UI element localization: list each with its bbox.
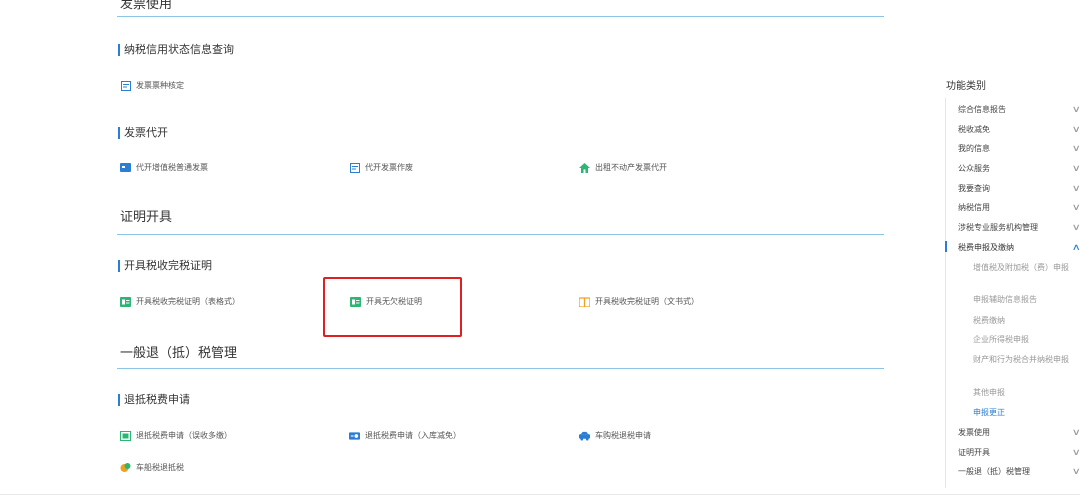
sidebar-item-label: 我要查询: [958, 184, 990, 193]
link-label: 开具税收完税证明（文书式）: [595, 297, 699, 306]
certificate-icon: [120, 296, 131, 307]
link-agency-vat-invoice[interactable]: 代开增值税普通发票: [120, 162, 208, 173]
sidebar-subitem-auxiliary-report[interactable]: 申报辅助信息报告: [973, 294, 1073, 306]
link-label: 退抵税费申请（误收多缴）: [136, 431, 232, 440]
sidebar-rail: [945, 98, 946, 488]
sidebar-item-agency-management[interactable]: 涉税专业服务机构管理 ∨: [958, 222, 1080, 233]
sidebar-subitem-property-behavior-tax[interactable]: 财产和行为税合并纳税申报: [973, 354, 1073, 366]
sidebar-item-invoice-use[interactable]: 发票使用 ∨: [958, 427, 1080, 438]
refund-icon: [349, 430, 360, 441]
link-label: 出租不动产发票代开: [595, 163, 667, 172]
chevron-up-icon: ∧: [1072, 243, 1080, 253]
subheading-credit-status: 纳税信用状态信息查询: [118, 44, 234, 56]
refund-icon: [120, 430, 131, 441]
sidebar-subitem-vat-declaration[interactable]: 增值税及附加税（费）申报: [973, 262, 1073, 274]
sidebar-item-label: 我的信息: [958, 144, 990, 153]
form-icon: [120, 80, 131, 91]
section-title-invoice-use: 发票使用: [120, 0, 173, 12]
link-refund-overpayment[interactable]: 退抵税费申请（误收多缴）: [120, 430, 232, 441]
link-label: 开具税收完税证明（表格式）: [136, 297, 240, 306]
link-label: 代开增值税普通发票: [136, 163, 208, 172]
subheading-tax-certificate: 开具税收完税证明: [118, 260, 212, 272]
chevron-down-icon: ∨: [1072, 448, 1080, 458]
sidebar-item-label: 纳税信用: [958, 203, 990, 212]
document-icon: [579, 296, 590, 307]
chevron-down-icon: ∨: [1072, 125, 1080, 135]
sidebar-item-label: 涉税专业服务机构管理: [958, 223, 1038, 232]
link-agency-invoice-void[interactable]: 代开发票作废: [349, 162, 413, 173]
subheading-invoice-agency: 发票代开: [118, 127, 168, 139]
link-no-tax-arrears-certificate[interactable]: 开具无欠税证明: [350, 296, 422, 307]
section-title-certificate: 证明开具: [120, 210, 173, 225]
car-icon: [579, 430, 590, 441]
sidebar-item-refund-management[interactable]: 一般退（抵）税管理 ∨: [958, 466, 1080, 477]
house-icon: [579, 162, 590, 173]
sidebar-item-label: 税费申报及缴纳: [958, 243, 1014, 252]
sidebar-item-label: 公众服务: [958, 164, 990, 173]
chevron-down-icon: ∨: [1072, 223, 1080, 233]
chevron-down-icon: ∨: [1072, 184, 1080, 194]
chevron-down-icon: ∨: [1072, 164, 1080, 174]
link-label: 退抵税费申请（入库减免）: [365, 431, 461, 440]
coin-icon: [120, 462, 131, 473]
active-indicator: [945, 241, 947, 252]
sidebar-subitem-corporate-income-tax[interactable]: 企业所得税申报: [973, 334, 1073, 346]
subheading-refund-application: 退抵税费申请: [118, 394, 190, 406]
sidebar-item-query[interactable]: 我要查询 ∨: [958, 183, 1080, 194]
link-label: 发票票种核定: [136, 81, 184, 90]
divider: [117, 234, 884, 235]
link-label: 开具无欠税证明: [366, 297, 422, 306]
sidebar-item-declaration-payment[interactable]: 税费申报及缴纳 ∧: [958, 242, 1080, 253]
sidebar-subitem-tax-payment[interactable]: 税费缴纳: [973, 315, 1073, 327]
sidebar-item-tax-credit[interactable]: 纳税信用 ∨: [958, 202, 1080, 213]
sidebar-title: 功能类别: [946, 81, 986, 92]
certificate-icon: [350, 296, 361, 307]
link-label: 车购税退税申请: [595, 431, 651, 440]
chevron-down-icon: ∨: [1072, 467, 1080, 477]
form-icon: [349, 162, 360, 173]
sidebar-item-tax-reduction[interactable]: 税收减免 ∨: [958, 124, 1080, 135]
highlight-box: [323, 277, 462, 337]
divider: [117, 16, 884, 17]
sidebar-item-label: 税收减免: [958, 125, 990, 134]
chevron-down-icon: ∨: [1072, 105, 1080, 115]
chevron-down-icon: ∨: [1072, 203, 1080, 213]
sidebar-subitem-declaration-correction[interactable]: 申报更正: [973, 407, 1073, 419]
page-bottom-divider: [0, 494, 1080, 495]
invoice-icon: [120, 162, 131, 173]
sidebar-item-public-service[interactable]: 公众服务 ∨: [958, 163, 1080, 174]
chevron-down-icon: ∨: [1072, 428, 1080, 438]
link-vehicle-tax-refund[interactable]: 车购税退税申请: [579, 430, 651, 441]
sidebar-item-certificate[interactable]: 证明开具 ∨: [958, 447, 1080, 458]
chevron-down-icon: ∨: [1072, 144, 1080, 154]
link-rental-property-invoice[interactable]: 出租不动产发票代开: [579, 162, 667, 173]
link-invoice-type-approval[interactable]: 发票票种核定: [120, 80, 184, 91]
link-refund-exemption[interactable]: 退抵税费申请（入库减免）: [349, 430, 461, 441]
sidebar-item-label: 发票使用: [958, 428, 990, 437]
divider: [117, 368, 884, 369]
sidebar-item-label: 证明开具: [958, 448, 990, 457]
sidebar-item-label: 一般退（抵）税管理: [958, 467, 1030, 476]
sidebar-item-label: 综合信息报告: [958, 105, 1006, 114]
link-tax-certificate-document[interactable]: 开具税收完税证明（文书式）: [579, 296, 699, 307]
link-label: 车船税退抵税: [136, 463, 184, 472]
sidebar-item-my-info[interactable]: 我的信息 ∨: [958, 143, 1080, 154]
link-vessel-tax-refund[interactable]: 车船税退抵税: [120, 462, 184, 473]
section-title-refund: 一般退（抵）税管理: [120, 346, 238, 361]
sidebar-subitem-other-declaration[interactable]: 其他申报: [973, 387, 1073, 399]
link-label: 代开发票作废: [365, 163, 413, 172]
sidebar-item-info-report[interactable]: 综合信息报告 ∨: [958, 104, 1080, 115]
link-tax-certificate-table[interactable]: 开具税收完税证明（表格式）: [120, 296, 240, 307]
